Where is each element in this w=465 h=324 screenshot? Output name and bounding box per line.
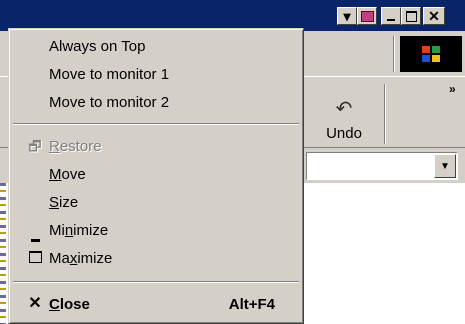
menu-item-label: Always on Top xyxy=(49,37,146,55)
menu-separator xyxy=(13,281,299,283)
system-menu: Always on Top Move to monitor 1 Move to … xyxy=(8,28,304,324)
close-window-button[interactable]: ✕ xyxy=(423,7,445,25)
restore-icon: 🗗 xyxy=(28,138,42,154)
menu-item-label: Minimize xyxy=(49,221,109,239)
address-combobox[interactable]: ▼ xyxy=(306,152,458,180)
menu-item-restore[interactable]: 🗗 Restore xyxy=(11,133,301,159)
minimize-window-button[interactable] xyxy=(381,7,401,25)
minimize-icon xyxy=(387,19,395,21)
menu-item-label: Size xyxy=(49,193,79,211)
shortcut-label: Alt+F4 xyxy=(228,295,275,313)
dropdown-arrow-button[interactable]: ▾ xyxy=(337,7,357,25)
menu-item-label: Move xyxy=(49,165,86,183)
close-icon: ✕ xyxy=(28,295,42,312)
maximize-window-button[interactable] xyxy=(401,7,421,25)
windows-flag-icon xyxy=(422,46,440,62)
maximize-icon xyxy=(405,10,417,22)
menu-item-label: Restore xyxy=(49,137,102,155)
menu-item-close[interactable]: ✕ Close Alt+F4 xyxy=(11,291,301,317)
maximize-icon xyxy=(27,251,43,265)
address-dropdown-button[interactable]: ▼ xyxy=(434,154,456,178)
menu-item-minimize[interactable]: Minimize xyxy=(11,217,301,243)
minimize-icon xyxy=(27,230,43,244)
menu-item-label: Maximize xyxy=(49,249,113,267)
tray-button[interactable] xyxy=(357,7,377,25)
menu-bar-separator xyxy=(393,36,395,72)
undo-icon: ↶ xyxy=(335,98,353,120)
toolbar-overflow-chevron-icon[interactable]: » xyxy=(449,82,456,96)
undo-label: Undo xyxy=(326,125,362,142)
menu-item-move-to-monitor-2[interactable]: Move to monitor 2 xyxy=(11,89,301,115)
chevron-down-icon: ▼ xyxy=(440,160,450,172)
left-thumbnail-strip xyxy=(0,183,6,324)
menu-item-move-to-monitor-1[interactable]: Move to monitor 1 xyxy=(11,61,301,87)
menu-separator xyxy=(13,123,299,125)
close-icon: ✕ xyxy=(428,8,440,24)
dropdown-arrow-icon: ▾ xyxy=(343,8,351,24)
menu-item-always-on-top[interactable]: Always on Top xyxy=(11,33,301,59)
menu-item-label: Move to monitor 2 xyxy=(49,93,170,111)
windows-logo xyxy=(400,36,462,72)
menu-item-label: Move to monitor 1 xyxy=(49,65,170,83)
menu-item-size[interactable]: Size xyxy=(11,189,301,215)
menu-item-move[interactable]: Move xyxy=(11,161,301,187)
tray-icon xyxy=(360,10,374,22)
menu-item-label: Close xyxy=(49,295,90,313)
menu-item-maximize[interactable]: Maximize xyxy=(11,245,301,271)
toolbar-separator xyxy=(384,84,386,144)
undo-button[interactable]: ↶ Undo xyxy=(306,84,382,144)
